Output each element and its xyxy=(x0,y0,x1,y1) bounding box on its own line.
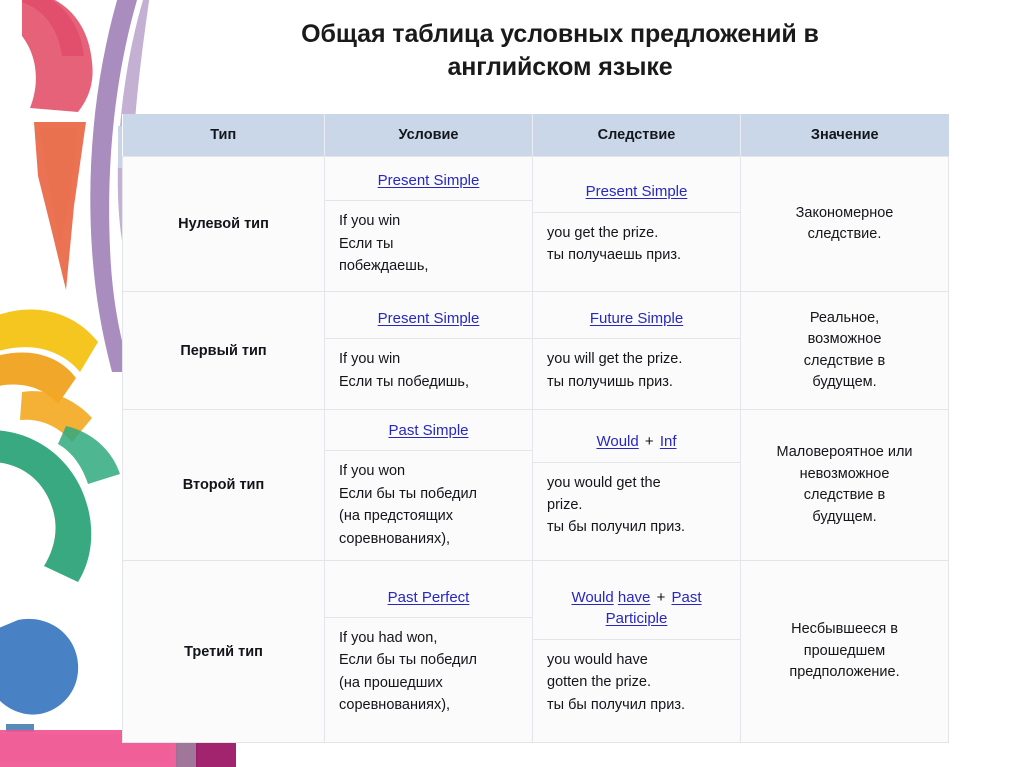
column-header-condition: Условие xyxy=(324,114,533,157)
example-line-en-2: prize. xyxy=(547,497,583,513)
example-consequence: you would get the prize. ты бы получил п… xyxy=(533,463,740,549)
example-line-ru-3: соревнованиях), xyxy=(339,697,451,714)
cell-condition: Present Simple If you win Если ты побежд… xyxy=(324,156,533,292)
example-line-en-1: you would have xyxy=(547,651,648,668)
cell-type: Первый тип xyxy=(122,291,325,410)
cell-meaning: Закономерное следствие. xyxy=(740,156,949,292)
tense-label-condition: Past Simple xyxy=(325,410,532,452)
example-line-en: If you won xyxy=(339,463,406,480)
meaning-line-1: Несбывшееся в xyxy=(791,621,898,638)
cell-consequence: Future Simple you will get the prize. ты… xyxy=(532,291,741,410)
example-line-ru-3: соревнованиях), xyxy=(339,530,451,547)
example-condition: If you won Если бы ты победил (на предст… xyxy=(325,451,532,560)
tense-link[interactable]: Future Simple xyxy=(590,310,683,327)
example-line-en: you will get the prize. xyxy=(547,351,683,368)
example-line-ru-1: Если бы ты победил xyxy=(339,652,478,669)
meaning-line-2: возможное xyxy=(807,331,882,348)
cell-condition: Present Simple If you win Если ты победи… xyxy=(324,291,533,410)
tense-label-consequence: Would + Inf xyxy=(533,421,740,463)
cell-meaning: Реальное, возможное следствие в будущем. xyxy=(740,291,949,410)
column-header-type: Тип xyxy=(122,114,325,157)
example-condition: If you win Если ты победишь, xyxy=(325,339,532,403)
conditionals-table: Тип Условие Следствие Значение Нулевой т… xyxy=(122,114,949,744)
meaning-line-4: будущем. xyxy=(812,373,877,390)
cell-type: Второй тип xyxy=(122,408,325,562)
tense-label-consequence: Would have + Past Participle xyxy=(533,577,740,640)
meaning-line-2: прошедшем xyxy=(803,642,886,659)
example-line-ru-1: Если ты xyxy=(339,235,394,252)
example-line-en-1: you would get the xyxy=(547,474,661,491)
tense-label-condition: Present Simple xyxy=(325,298,532,340)
tense-link[interactable]: Past Perfect xyxy=(388,589,470,606)
table-row: Нулевой тип Present Simple If you win Ес… xyxy=(122,156,949,292)
example-condition: If you had won, Если бы ты победил (на п… xyxy=(325,618,532,727)
meaning-line-1: Закономерное xyxy=(795,204,894,221)
table-header-row: Тип Условие Следствие Значение xyxy=(122,114,949,157)
cell-consequence: Would + Inf you would get the prize. ты … xyxy=(532,408,741,562)
tense-link[interactable]: Past Simple xyxy=(388,422,468,439)
cell-meaning: Несбывшееся в прошедшем предположение. xyxy=(740,560,949,744)
column-header-consequence: Следствие xyxy=(532,114,741,157)
meaning-line-3: следствие в xyxy=(803,487,886,504)
cell-condition: Past Perfect If you had won, Если бы ты … xyxy=(324,560,533,744)
tense-link[interactable]: Participle xyxy=(606,610,668,627)
example-line-en-2: gotten the prize. xyxy=(547,674,651,691)
meaning-line-4: будущем. xyxy=(812,508,877,525)
example-line-en: you get the prize. xyxy=(547,224,659,241)
example-line-ru-2: (на прошедших xyxy=(339,674,443,691)
meaning-line-2: невозможное xyxy=(799,465,890,482)
page-title-line-2: английском языке xyxy=(447,53,673,81)
plus-sign: + xyxy=(640,433,658,451)
meaning-line-3: следствие в xyxy=(803,352,886,369)
example-line-en: If you win xyxy=(339,351,401,368)
example-line-ru-2: (на предстоящих xyxy=(339,508,453,525)
meaning-line-2: следствие. xyxy=(807,226,882,242)
example-line-ru: ты бы получил приз. xyxy=(547,696,685,713)
tense-link[interactable]: Present Simple xyxy=(378,310,480,327)
tense-link[interactable]: Present Simple xyxy=(378,172,480,189)
tense-label-consequence: Present Simple xyxy=(533,171,740,213)
example-line-en: If you win xyxy=(339,213,401,230)
page-title: Общая таблица условных предложений в анг… xyxy=(150,18,970,84)
example-consequence: you would have gotten the prize. ты бы п… xyxy=(533,640,740,726)
example-condition: If you win Если ты побеждаешь, xyxy=(325,201,532,287)
example-line-ru: ты получаешь приз. xyxy=(547,247,681,264)
table-row: Второй тип Past Simple If you won Если б… xyxy=(122,408,949,562)
tense-label-condition: Present Simple xyxy=(325,160,532,202)
cell-consequence: Would have + Past Participle you would h… xyxy=(532,560,741,744)
table-header: Тип Условие Следствие Значение xyxy=(122,114,949,157)
cell-condition: Past Simple If you won Если бы ты победи… xyxy=(324,408,533,562)
example-line-ru: ты получишь приз. xyxy=(547,373,673,390)
example-line-ru-1: Если бы ты победил xyxy=(339,485,478,502)
page-title-line-1: Общая таблица условных предложений в xyxy=(301,20,819,48)
example-consequence: you get the prize. ты получаешь приз. xyxy=(533,213,740,277)
tense-link[interactable]: Present Simple xyxy=(586,183,688,200)
tense-link[interactable]: Would xyxy=(596,433,638,450)
tense-label-condition: Past Perfect xyxy=(325,577,532,618)
plus-sign: + xyxy=(652,589,670,607)
cell-type: Третий тип xyxy=(122,560,325,744)
cell-type: Нулевой тип xyxy=(122,156,325,292)
table-body: Нулевой тип Present Simple If you win Ес… xyxy=(122,156,949,744)
meaning-line-1: Реальное, xyxy=(809,309,880,326)
tense-link[interactable]: Would xyxy=(571,589,613,606)
table-row: Третий тип Past Perfect If you had won, … xyxy=(122,560,949,744)
column-header-meaning: Значение xyxy=(740,114,949,157)
cell-meaning: Маловероятное или невозможное следствие … xyxy=(740,408,949,562)
example-consequence: you will get the prize. ты получишь приз… xyxy=(533,339,740,403)
example-line-ru: ты бы получил приз. xyxy=(547,519,685,536)
tense-label-consequence: Future Simple xyxy=(533,298,740,340)
tense-link[interactable]: have xyxy=(618,589,651,606)
example-line-ru-1: Если ты победишь, xyxy=(339,373,470,390)
tense-link[interactable]: Inf xyxy=(660,433,677,450)
meaning-line-1: Маловероятное или xyxy=(776,444,913,461)
example-line-ru-2: побеждаешь, xyxy=(339,258,429,275)
cell-consequence: Present Simple you get the prize. ты пол… xyxy=(532,156,741,292)
table-row: Первый тип Present Simple If you win Есл… xyxy=(122,291,949,410)
meaning-line-3: предположение. xyxy=(789,664,900,681)
tense-link[interactable]: Past xyxy=(672,589,702,606)
example-line-en: If you had won, xyxy=(339,629,438,646)
conditionals-table-container: Тип Условие Следствие Значение Нулевой т… xyxy=(122,114,949,744)
